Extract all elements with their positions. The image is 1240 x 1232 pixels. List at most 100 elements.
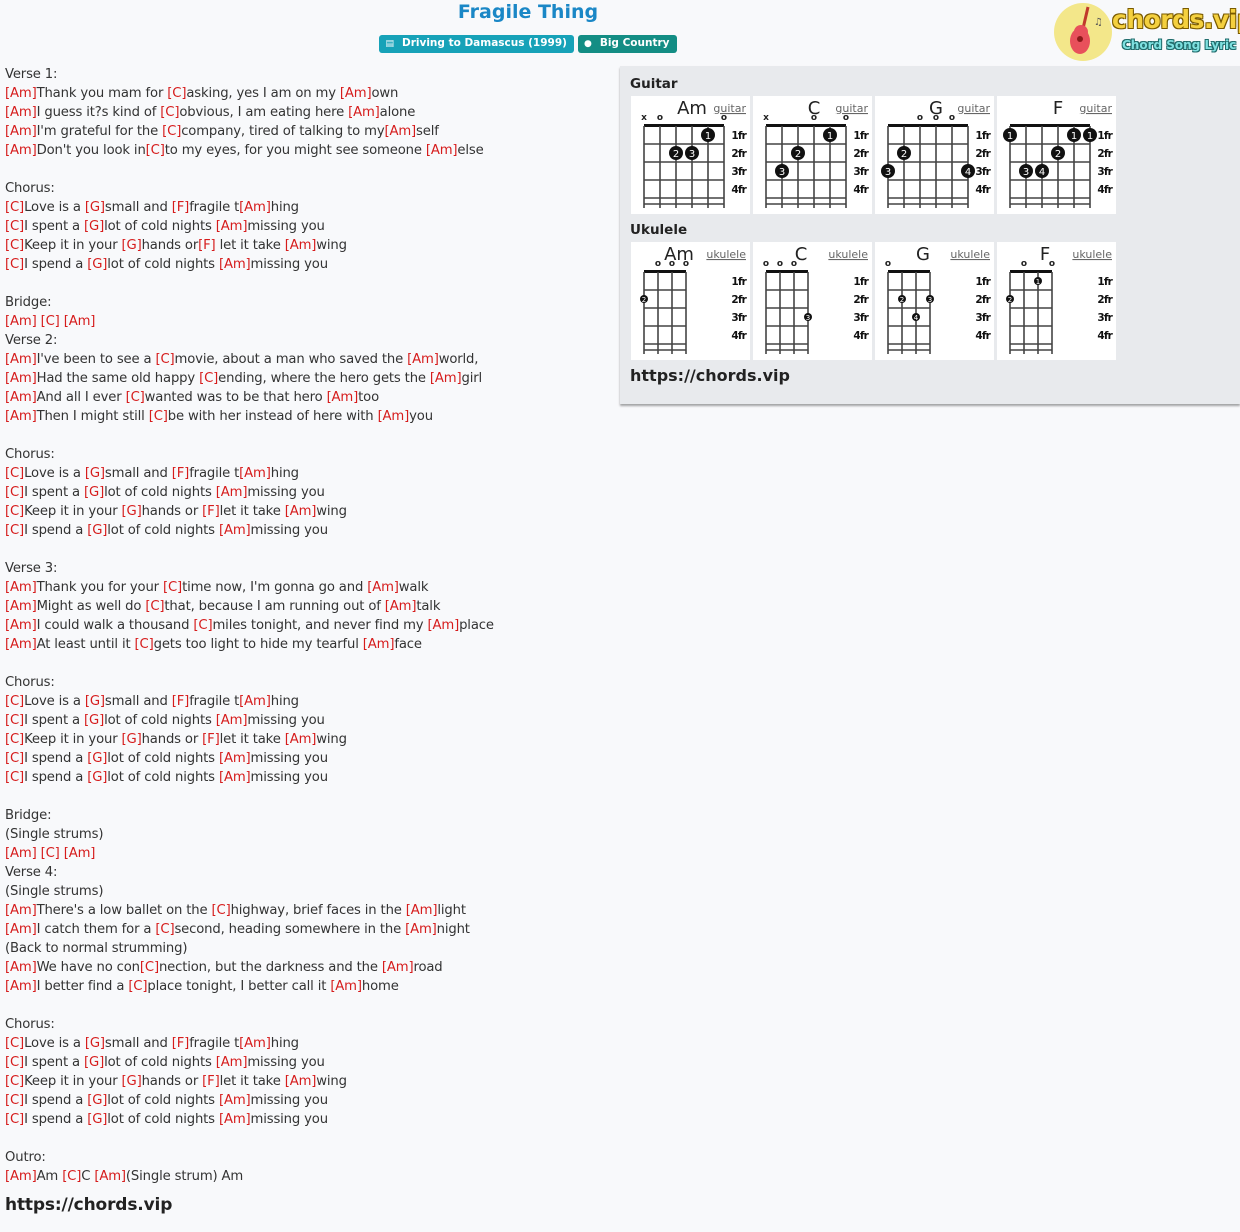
instrument-link[interactable]: ukulele bbox=[706, 248, 746, 261]
chord-link[interactable]: [C] bbox=[155, 352, 174, 367]
chord-link[interactable]: [Am] bbox=[407, 352, 439, 367]
chord-link[interactable]: [G] bbox=[84, 1055, 104, 1070]
chord-link[interactable]: [C] bbox=[126, 390, 145, 405]
chord-link[interactable]: [C] bbox=[5, 1074, 24, 1089]
instrument-link[interactable]: guitar bbox=[957, 102, 990, 115]
chord-link[interactable]: [Am] bbox=[219, 523, 251, 538]
chord-link[interactable]: [G] bbox=[87, 751, 107, 766]
chord-link[interactable]: [C] bbox=[5, 219, 24, 234]
chord-link[interactable]: [Am] bbox=[382, 960, 414, 975]
chord-link[interactable]: [Am] bbox=[5, 637, 37, 652]
chord-link[interactable]: [G] bbox=[122, 504, 142, 519]
chord-link[interactable]: [G] bbox=[87, 1112, 107, 1127]
chord-link[interactable]: [Am] bbox=[239, 694, 271, 709]
chord-link[interactable]: [Am] bbox=[385, 599, 417, 614]
chord-link[interactable]: [C] bbox=[163, 580, 182, 595]
instrument-link[interactable]: ukulele bbox=[828, 248, 868, 261]
chord-link[interactable]: [C] bbox=[41, 314, 60, 329]
chord-link[interactable]: [Am] bbox=[5, 371, 37, 386]
chord-link[interactable]: [G] bbox=[85, 466, 105, 481]
chord-link[interactable]: [F] bbox=[172, 466, 190, 481]
chord-link[interactable]: [Am] bbox=[384, 124, 416, 139]
chord-link[interactable]: [Am] bbox=[219, 1112, 251, 1127]
chord-link[interactable]: [Am] bbox=[94, 1169, 126, 1184]
chord-link[interactable]: [Am] bbox=[219, 751, 251, 766]
chord-link[interactable]: [Am] bbox=[426, 143, 458, 158]
chord-link[interactable]: [C] bbox=[155, 922, 174, 937]
chord-link[interactable]: [Am] bbox=[5, 979, 37, 994]
chord-link[interactable]: [G] bbox=[87, 770, 107, 785]
chord-link[interactable]: [F] bbox=[202, 504, 220, 519]
chord-link[interactable]: [G] bbox=[122, 1074, 142, 1089]
chord-link[interactable]: [Am] bbox=[219, 1093, 251, 1108]
chord-link[interactable]: [Am] bbox=[64, 314, 96, 329]
chord-link[interactable]: [C] bbox=[5, 694, 24, 709]
chord-link[interactable]: [Am] bbox=[5, 846, 37, 861]
chord-link[interactable]: [C] bbox=[5, 200, 24, 215]
instrument-link[interactable]: guitar bbox=[713, 102, 746, 115]
chord-link[interactable]: [G] bbox=[85, 694, 105, 709]
chord-link[interactable]: [Am] bbox=[285, 1074, 317, 1089]
chord-link[interactable]: [Am] bbox=[5, 86, 37, 101]
chord-card-c[interactable]: Cukulele 1fr 2fr 3fr 4fr o o o 3 bbox=[753, 242, 872, 360]
chord-link[interactable]: [C] bbox=[5, 523, 24, 538]
chord-link[interactable]: [C] bbox=[212, 903, 231, 918]
chord-link[interactable]: [C] bbox=[5, 1112, 24, 1127]
chord-link[interactable]: [Am] bbox=[216, 1055, 248, 1070]
chord-link[interactable]: [Am] bbox=[5, 143, 37, 158]
chord-link[interactable]: [C] bbox=[5, 466, 24, 481]
site-logo[interactable]: ♫ chords.vip Chord Song Lyric bbox=[1054, 3, 1240, 63]
chord-link[interactable]: [Am] bbox=[5, 105, 37, 120]
chord-link[interactable]: [Am] bbox=[5, 124, 37, 139]
chord-link[interactable]: [C] bbox=[140, 960, 159, 975]
chord-link[interactable]: [C] bbox=[5, 504, 24, 519]
chord-link[interactable]: [Am] bbox=[239, 466, 271, 481]
chord-link[interactable]: [F] bbox=[172, 694, 190, 709]
instrument-link[interactable]: guitar bbox=[1079, 102, 1112, 115]
chord-link[interactable]: [Am] bbox=[430, 371, 462, 386]
chord-link[interactable]: [C] bbox=[167, 86, 186, 101]
chord-link[interactable]: [Am] bbox=[327, 390, 359, 405]
chord-link[interactable]: [Am] bbox=[5, 314, 37, 329]
chord-link[interactable]: [Am] bbox=[219, 770, 251, 785]
chord-link[interactable]: [Am] bbox=[5, 352, 37, 367]
chord-link[interactable]: [Am] bbox=[5, 903, 37, 918]
chord-link[interactable]: [F] bbox=[202, 732, 220, 747]
chord-link[interactable]: [G] bbox=[87, 1093, 107, 1108]
chord-card-c[interactable]: Cguitar 1fr 2fr 3fr 4fr x o o 1 2 3 bbox=[753, 96, 872, 214]
chord-link[interactable]: [Am] bbox=[219, 257, 251, 272]
chord-link[interactable]: [Am] bbox=[5, 599, 37, 614]
chord-link[interactable]: [C] bbox=[5, 732, 24, 747]
chord-link[interactable]: [C] bbox=[135, 637, 154, 652]
chord-link[interactable]: [C] bbox=[62, 1169, 81, 1184]
lyrics-footer-url[interactable]: https://chords.vip bbox=[5, 1196, 494, 1215]
chord-link[interactable]: [Am] bbox=[5, 960, 37, 975]
chord-link[interactable]: [G] bbox=[85, 200, 105, 215]
chord-link[interactable]: [C] bbox=[41, 846, 60, 861]
chord-link[interactable]: [C] bbox=[193, 618, 212, 633]
chord-link[interactable]: [G] bbox=[84, 219, 104, 234]
chord-link[interactable]: [F] bbox=[172, 200, 190, 215]
chord-link[interactable]: [C] bbox=[5, 1036, 24, 1051]
chord-link[interactable]: [Am] bbox=[285, 732, 317, 747]
chord-link[interactable]: [C] bbox=[145, 599, 164, 614]
instrument-link[interactable]: ukulele bbox=[1072, 248, 1112, 261]
chord-card-am[interactable]: Am guitar 1fr 2fr 3fr 4fr x o o 1 2 3 bbox=[631, 96, 750, 214]
chord-link[interactable]: [Am] bbox=[363, 637, 395, 652]
chord-link[interactable]: [C] bbox=[5, 751, 24, 766]
instrument-link[interactable]: ukulele bbox=[950, 248, 990, 261]
chord-link[interactable]: [Am] bbox=[216, 219, 248, 234]
chord-link[interactable]: [C] bbox=[5, 257, 24, 272]
panel-footer-url[interactable]: https://chords.vip bbox=[630, 366, 790, 385]
chord-link[interactable]: [Am] bbox=[64, 846, 96, 861]
chord-link[interactable]: [Am] bbox=[216, 713, 248, 728]
chord-link[interactable]: [Am] bbox=[405, 922, 437, 937]
chord-link[interactable]: [G] bbox=[87, 523, 107, 538]
chord-link[interactable]: [C] bbox=[5, 713, 24, 728]
chord-link[interactable]: [G] bbox=[84, 713, 104, 728]
instrument-link[interactable]: guitar bbox=[835, 102, 868, 115]
chord-link[interactable]: [C] bbox=[128, 979, 147, 994]
chord-link[interactable]: [F] bbox=[172, 1036, 190, 1051]
chord-link[interactable]: [C] bbox=[5, 1093, 24, 1108]
chord-link[interactable]: [G] bbox=[85, 1036, 105, 1051]
